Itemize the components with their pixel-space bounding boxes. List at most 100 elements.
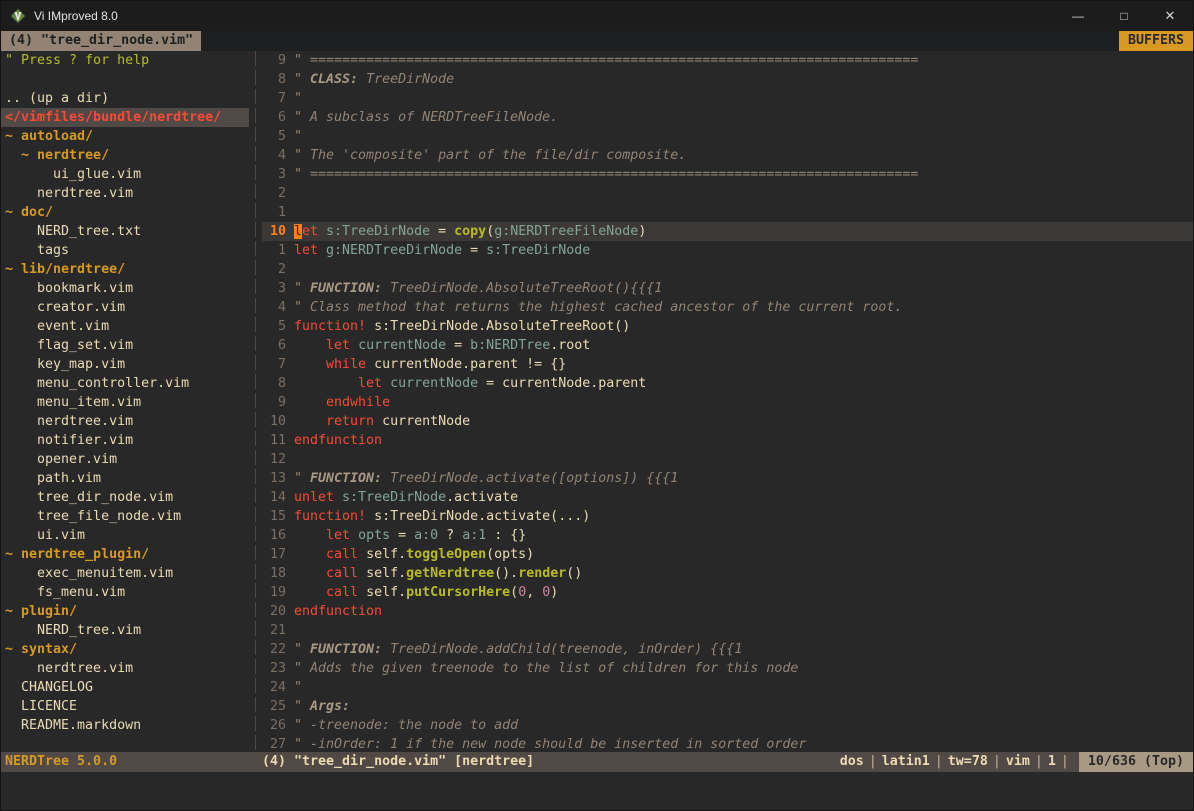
code-line[interactable]: 7 while currentNode.parent != {} xyxy=(262,355,1193,374)
tree-file[interactable]: exec_menuitem.vim xyxy=(5,564,249,583)
tree-file[interactable]: tree_file_node.vim xyxy=(5,507,249,526)
tree-file[interactable]: CHANGELOG xyxy=(5,678,249,697)
minimize-button[interactable]: — xyxy=(1055,1,1101,31)
code-line[interactable]: 3 " =====================================… xyxy=(262,165,1193,184)
tree-file[interactable]: nerdtree.vim xyxy=(5,184,249,203)
buffer-tab[interactable]: (4) "tree_dir_node.vim" xyxy=(1,31,201,51)
tree-file[interactable]: path.vim xyxy=(5,469,249,488)
code-line[interactable]: 7" xyxy=(262,89,1193,108)
tree-file[interactable]: menu_controller.vim xyxy=(5,374,249,393)
code-line[interactable]: 17 call self.toggleOpen(opts) xyxy=(262,545,1193,564)
code-line[interactable]: 24" xyxy=(262,678,1193,697)
code-token: " The 'composite' part of the file/dir c… xyxy=(294,148,686,163)
code-line[interactable]: 18 call self.getNerdtree().render() xyxy=(262,564,1193,583)
code-line[interactable]: 11endfunction xyxy=(262,431,1193,450)
tree-file[interactable]: bookmark.vim xyxy=(5,279,249,298)
code-line[interactable]: 6 let currentNode = b:NERDTree.root xyxy=(262,336,1193,355)
tree-dir[interactable]: ~ syntax/ xyxy=(5,640,249,659)
code-line[interactable]: 8" CLASS: TreeDirNode xyxy=(262,70,1193,89)
maximize-button[interactable]: □ xyxy=(1101,1,1147,31)
code-line[interactable]: 5" xyxy=(262,127,1193,146)
line-number: 1 xyxy=(262,241,286,260)
code-token: s:TreeDirNode xyxy=(326,224,430,239)
code-line[interactable]: 26" -treenode: the node to add xyxy=(262,716,1193,735)
code-line[interactable]: 14unlet s:TreeDirNode.activate xyxy=(262,488,1193,507)
code-token: TreeDirNode xyxy=(358,72,454,87)
tree-file[interactable]: key_map.vim xyxy=(5,355,249,374)
code-token: getNerdtree xyxy=(406,566,494,581)
tree-file[interactable]: event.vim xyxy=(5,317,249,336)
tree-root[interactable]: </vimfiles/bundle/nerdtree/ xyxy=(1,108,249,127)
tree-file[interactable]: NERD_tree.vim xyxy=(5,621,249,640)
code-line[interactable]: 15function! s:TreeDirNode.activate(...) xyxy=(262,507,1193,526)
tree-file[interactable]: LICENCE xyxy=(5,697,249,716)
tree-dir[interactable]: ~ nerdtree/ xyxy=(5,146,249,165)
tree-dir[interactable]: ~ nerdtree_plugin/ xyxy=(5,545,249,564)
tree-file[interactable]: tags xyxy=(5,241,249,260)
tree-file[interactable]: opener.vim xyxy=(5,450,249,469)
code-token: " xyxy=(294,642,310,657)
line-number: 27 xyxy=(262,735,286,752)
line-number: 2 xyxy=(262,184,286,203)
tree-file[interactable]: ui.vim xyxy=(5,526,249,545)
code-line[interactable]: 20endfunction xyxy=(262,602,1193,621)
tree-file[interactable]: notifier.vim xyxy=(5,431,249,450)
code-line[interactable]: 9" =====================================… xyxy=(262,51,1193,70)
code-token: self. xyxy=(366,585,406,600)
tree-file[interactable]: menu_item.vim xyxy=(5,393,249,412)
code-line[interactable]: 10let s:TreeDirNode = copy(g:NERDTreeFil… xyxy=(262,222,1193,241)
code-line[interactable]: 2 xyxy=(262,260,1193,279)
tree-file[interactable]: nerdtree.vim xyxy=(5,659,249,678)
code-token: putCursorHere xyxy=(406,585,510,600)
code-token: " ======================================… xyxy=(294,167,918,182)
tree-file[interactable]: NERD_tree.txt xyxy=(5,222,249,241)
code-line[interactable]: 22" FUNCTION: TreeDirNode.addChild(treen… xyxy=(262,640,1193,659)
line-number: 2 xyxy=(262,260,286,279)
code-line[interactable]: 9 endwhile xyxy=(262,393,1193,412)
tree-file[interactable]: creator.vim xyxy=(5,298,249,317)
tree-dir[interactable]: ~ lib/nerdtree/ xyxy=(5,260,249,279)
code-token: .activate xyxy=(446,490,518,505)
close-button[interactable]: ✕ xyxy=(1147,1,1193,31)
code-line[interactable]: 4 " The 'composite' part of the file/dir … xyxy=(262,146,1193,165)
code-token: " Class method that returns the highest … xyxy=(294,300,902,315)
code-line[interactable]: 16 let opts = a:0 ? a:1 : {} xyxy=(262,526,1193,545)
tree-file[interactable]: ui_glue.vim xyxy=(5,165,249,184)
tree-file[interactable]: fs_menu.vim xyxy=(5,583,249,602)
line-number: 12 xyxy=(262,450,286,469)
code-line[interactable]: 6" A subclass of NERDTreeFileNode. xyxy=(262,108,1193,127)
code-line[interactable]: 21 xyxy=(262,621,1193,640)
window-title: Vi IMproved 8.0 xyxy=(34,9,118,23)
tree-dir[interactable]: ~ autoload/ xyxy=(5,127,249,146)
code-line[interactable]: 10 return currentNode xyxy=(262,412,1193,431)
line-number: 3 xyxy=(262,165,286,184)
code-line[interactable]: 25" Args: xyxy=(262,697,1193,716)
code-line[interactable]: 8 let currentNode = currentNode.parent xyxy=(262,374,1193,393)
window-separator[interactable] xyxy=(249,51,262,752)
line-number: 9 xyxy=(262,51,286,70)
code-token: s:TreeDirNode.activate(...) xyxy=(366,509,590,524)
line-number: 4 xyxy=(262,146,286,165)
code-token: = xyxy=(430,224,454,239)
code-token: unlet xyxy=(294,490,342,505)
line-number: 18 xyxy=(262,564,286,583)
tree-dir[interactable]: ~ plugin/ xyxy=(5,602,249,621)
code-line[interactable]: 12 xyxy=(262,450,1193,469)
tree-dir[interactable]: ~ doc/ xyxy=(5,203,249,222)
code-line[interactable]: 1let g:NERDTreeDirNode = s:TreeDirNode xyxy=(262,241,1193,260)
line-number: 25 xyxy=(262,697,286,716)
tree-file[interactable]: tree_dir_node.vim xyxy=(5,488,249,507)
tree-file[interactable]: flag_set.vim xyxy=(5,336,249,355)
code-line[interactable]: 23" Adds the given treenode to the list … xyxy=(262,659,1193,678)
tree-file[interactable]: nerdtree.vim xyxy=(5,412,249,431)
code-line[interactable]: 27" -inOrder: 1 if the new node should b… xyxy=(262,735,1193,752)
code-line[interactable]: 3" FUNCTION: TreeDirNode.AbsoluteTreeRoo… xyxy=(262,279,1193,298)
tree-up[interactable]: .. (up a dir) xyxy=(5,89,249,108)
code-line[interactable]: 4" Class method that returns the highest… xyxy=(262,298,1193,317)
tree-file[interactable]: README.markdown xyxy=(5,716,249,735)
code-line[interactable]: 1 xyxy=(262,203,1193,222)
code-line[interactable]: 13" FUNCTION: TreeDirNode.activate([opti… xyxy=(262,469,1193,488)
code-line[interactable]: 19 call self.putCursorHere(0, 0) xyxy=(262,583,1193,602)
code-line[interactable]: 5function! s:TreeDirNode.AbsoluteTreeRoo… xyxy=(262,317,1193,336)
code-line[interactable]: 2 xyxy=(262,184,1193,203)
